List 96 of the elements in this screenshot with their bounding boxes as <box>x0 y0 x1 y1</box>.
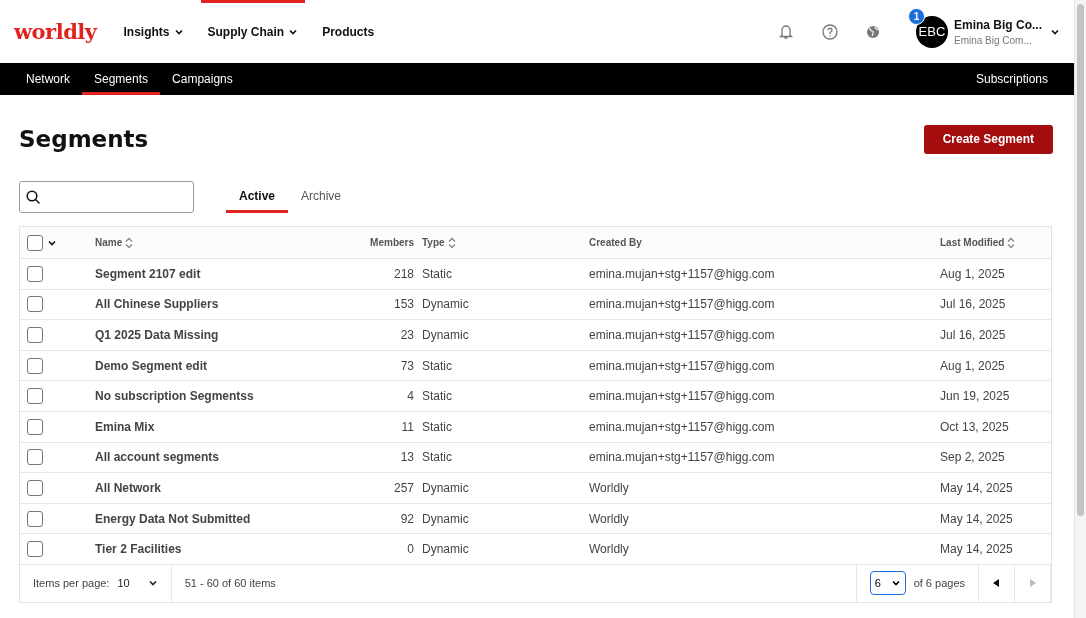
nav-menu-item[interactable]: Insights <box>116 0 191 63</box>
table-cell-text: Jul 16, 2025 <box>940 297 1007 312</box>
table-cell-text: Energy Data Not Submitted <box>94 511 252 526</box>
row-checkbox[interactable] <box>27 327 43 343</box>
items-per-page-dropdown[interactable]: 10 <box>117 577 158 590</box>
row-checkbox[interactable] <box>27 388 43 405</box>
column-header[interactable]: Name <box>95 237 123 248</box>
table-cell-text: Q1 2025 Data Missing <box>94 328 220 342</box>
bell-icon[interactable] <box>778 23 794 40</box>
table-cell-text: Worldly <box>589 542 630 557</box>
row-checkbox[interactable] <box>27 479 43 496</box>
table-cell-text: Tier 2 Facilities <box>94 542 183 557</box>
subnav-tab[interactable]: Segments <box>82 63 161 95</box>
table-cell-text: Dynamic <box>421 511 470 526</box>
tab[interactable]: Archive <box>288 181 355 213</box>
sort-icon[interactable] <box>1007 236 1016 249</box>
select-all-checkbox[interactable] <box>27 234 43 251</box>
subnav-tab[interactable]: Network <box>14 63 82 95</box>
table-cell-text: Aug 1, 2025 <box>940 266 1006 281</box>
sort-icon[interactable] <box>447 236 456 249</box>
table-cell-text: Static <box>421 419 453 434</box>
table-cell-text: Dynamic <box>421 542 470 557</box>
page-count: of 6 pages <box>913 577 965 590</box>
row-checkbox[interactable] <box>27 357 43 374</box>
company-name: Emina Big Com... <box>954 34 1033 46</box>
table-cell-text: 13 <box>399 450 414 465</box>
user-name: Emina Big Co... <box>954 17 1042 32</box>
table-cell-text: Worldly <box>589 480 630 495</box>
column-header[interactable]: Last Modified <box>940 237 1005 248</box>
column-header[interactable]: Created By <box>589 237 642 248</box>
table-cell-text: emina.mujan+stg+1157@higg.com <box>589 419 776 434</box>
tab[interactable]: Active <box>226 181 289 213</box>
table-cell-text: 218 <box>392 266 414 281</box>
table-cell-text: Oct 13, 2025 <box>940 419 1010 434</box>
table-cell-text: emina.mujan+stg+1157@higg.com <box>589 358 776 373</box>
table-cell-text: 257 <box>392 480 414 495</box>
page-title: Segments <box>19 126 149 152</box>
table-cell-text: No subscription Segmentss <box>94 389 255 404</box>
right-triangle-icon <box>1029 579 1036 588</box>
table-cell-text: 73 <box>399 358 414 373</box>
table-cell-text: All Network <box>94 480 162 495</box>
table-cell-text: emina.mujan+stg+1157@higg.com <box>589 297 776 312</box>
row-checkbox[interactable] <box>27 510 43 527</box>
table-cell-text: Aug 1, 2025 <box>940 358 1006 373</box>
table-cell-text: 23 <box>399 328 414 342</box>
worldly-logo[interactable]: worldly <box>14 19 97 44</box>
table-cell-text: 92 <box>399 511 414 526</box>
left-triangle-icon <box>993 579 1000 588</box>
table-cell-text: May 14, 2025 <box>940 511 1014 526</box>
sort-icon[interactable] <box>125 236 134 249</box>
table-cell-text: All Chinese Suppliers <box>94 297 220 312</box>
row-checkbox[interactable] <box>27 541 43 558</box>
table-cell-text: emina.mujan+stg+1157@higg.com <box>589 266 776 281</box>
notification-badge: 1 <box>908 7 925 25</box>
table-cell-text: Static <box>421 266 453 281</box>
scrollbar-thumb[interactable] <box>1077 4 1084 516</box>
search-field[interactable] <box>19 181 194 213</box>
table-cell-text: Demo Segment edit <box>94 358 209 373</box>
table-cell-text: Static <box>421 450 453 465</box>
row-checkbox[interactable] <box>27 449 43 466</box>
table-cell-text: 153 <box>392 297 414 312</box>
row-checkbox[interactable] <box>27 265 43 282</box>
help-icon[interactable] <box>822 23 838 40</box>
item-range: 51 - 60 of 60 items <box>184 577 276 590</box>
table-cell-text: emina.mujan+stg+1157@higg.com <box>589 450 776 465</box>
column-header[interactable]: Type <box>422 237 445 248</box>
table-cell-text: emina.mujan+stg+1157@higg.com <box>589 328 776 342</box>
globe-icon[interactable] <box>866 24 880 39</box>
subscriptions-link[interactable]: Subscriptions <box>963 63 1060 95</box>
items-per-page-label: Items per page: <box>33 577 110 590</box>
row-checkbox[interactable] <box>27 296 43 313</box>
table-cell-text: Dynamic <box>421 480 470 495</box>
page-dropdown[interactable]: 6 <box>869 571 906 596</box>
search-icon <box>26 189 41 205</box>
table-cell-text: Emina Mix <box>94 419 156 434</box>
nav-menu-item[interactable]: Products <box>315 0 382 63</box>
table-cell-text: May 14, 2025 <box>940 480 1014 495</box>
column-header[interactable]: Members <box>370 237 414 248</box>
table-cell-text: Segment 2107 edit <box>94 266 202 281</box>
table-cell-text: Dynamic <box>421 297 470 312</box>
row-checkbox[interactable] <box>27 418 43 435</box>
table-cell-text: Worldly <box>589 511 630 526</box>
table-cell-text: All account segments <box>94 450 221 465</box>
table-cell-text: Jul 16, 2025 <box>940 328 1007 342</box>
table-cell-text: 0 <box>406 542 414 557</box>
table-cell-text: Sep 2, 2025 <box>940 450 1006 465</box>
table-cell-text: May 14, 2025 <box>940 542 1014 557</box>
table-cell-text: Jun 19, 2025 <box>940 389 1011 404</box>
table-cell-text: emina.mujan+stg+1157@higg.com <box>589 389 776 404</box>
table-cell-text: Static <box>421 389 453 404</box>
subnav-tab[interactable]: Campaigns <box>160 63 245 95</box>
table-cell-text: Static <box>421 358 453 373</box>
table-cell-text: 4 <box>406 389 414 404</box>
create-segment-button[interactable]: Create Segment <box>923 124 1053 154</box>
table-cell-text: Dynamic <box>421 328 470 342</box>
table-cell-text: 11 <box>400 419 414 434</box>
